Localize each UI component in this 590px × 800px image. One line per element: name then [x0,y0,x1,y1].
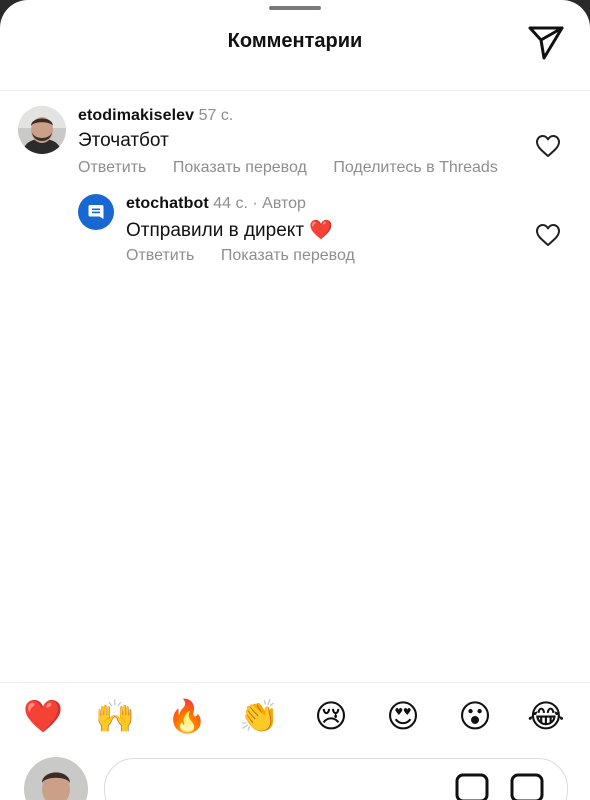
page-title: Комментарии [227,30,363,52]
avatar[interactable] [78,194,114,230]
sticker-icon[interactable] [510,773,544,800]
comment-input[interactable] [104,758,568,800]
comment-time: 57 с. [198,107,234,124]
avatar[interactable] [18,106,66,154]
current-user-avatar [24,757,88,800]
comments-sheet: Комментарии etodimakiselev 57 с. Эточатб… [0,0,590,800]
reactions-divider [0,682,590,683]
reaction-raising-hands[interactable]: 🙌 [93,694,137,738]
quick-reactions-bar: ❤️ 🙌 🔥 👏 😢 😍 😮 😂 [0,694,590,738]
reaction-laughing[interactable]: 😂 [524,694,568,738]
reaction-heart[interactable]: ❤️ [21,694,65,738]
show-translation-button[interactable]: Показать перевод [173,159,307,176]
like-heart-icon[interactable] [535,223,561,247]
send-icon[interactable] [527,25,565,61]
chatbot-logo-icon [88,205,104,219]
heart-emoji: ❤️ [309,219,333,241]
sheet-grabber[interactable] [269,6,321,10]
show-translation-button[interactable]: Показать перевод [221,247,355,264]
like-heart-icon[interactable] [535,134,561,158]
comment-time: 44 с. [213,195,248,212]
reaction-clapping[interactable]: 👏 [237,694,281,738]
author-badge: · Автор [252,195,306,212]
comment-text: Эточатбот [78,130,169,151]
header-divider [0,90,590,91]
reaction-fire[interactable]: 🔥 [165,694,209,738]
comment-text-wrapper: Отправили в директ ❤️ [126,218,333,242]
gif-icon[interactable] [455,773,489,800]
reply-button[interactable]: Ответить [126,247,194,264]
reply-button[interactable]: Ответить [78,159,146,176]
comment-text: Отправили в директ [126,220,305,241]
reaction-crying[interactable]: 😢 [309,694,353,738]
reaction-surprised[interactable]: 😮 [453,694,497,738]
comment-username[interactable]: etochatbot [126,195,209,212]
reaction-heart-eyes[interactable]: 😍 [381,694,425,738]
share-to-threads-button[interactable]: Поделитесь в Threads [333,159,498,176]
comment-username[interactable]: etodimakiselev [78,107,194,124]
